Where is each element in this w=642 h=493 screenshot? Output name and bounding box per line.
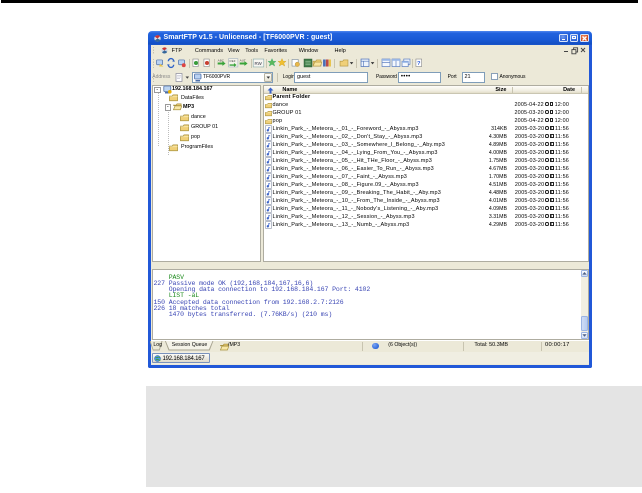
- svg-text:?: ?: [417, 61, 421, 67]
- svg-text:RW: RW: [254, 61, 262, 66]
- svg-text:REF: REF: [230, 59, 236, 63]
